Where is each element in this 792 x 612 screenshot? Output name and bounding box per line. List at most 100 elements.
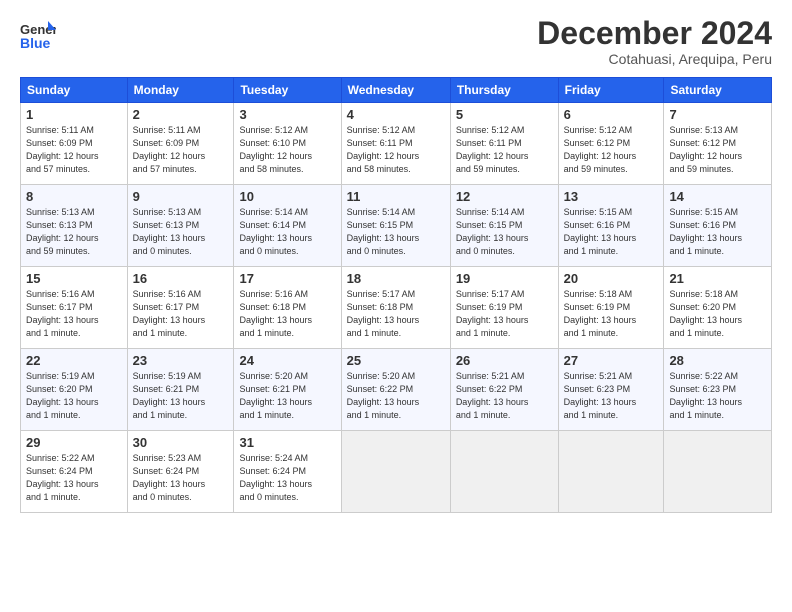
day-info: Sunrise: 5:16 AM Sunset: 6:18 PM Dayligh… (239, 288, 335, 340)
table-cell: 28 Sunrise: 5:22 AM Sunset: 6:23 PM Dayli… (664, 349, 772, 431)
week-row-3: 15 Sunrise: 5:16 AM Sunset: 6:17 PM Dayli… (21, 267, 772, 349)
day-number: 15 (26, 271, 122, 286)
day-info: Sunrise: 5:17 AM Sunset: 6:18 PM Dayligh… (347, 288, 445, 340)
day-info: Sunrise: 5:22 AM Sunset: 6:23 PM Dayligh… (669, 370, 766, 422)
header: General Blue December 2024 Cotahuasi, Ar… (20, 16, 772, 67)
day-info: Sunrise: 5:15 AM Sunset: 6:16 PM Dayligh… (669, 206, 766, 258)
table-cell: 14 Sunrise: 5:15 AM Sunset: 6:16 PM Dayli… (664, 185, 772, 267)
table-cell: 3Sunrise: 5:12 AM Sunset: 6:10 PM Daylig… (234, 103, 341, 185)
day-number: 18 (347, 271, 445, 286)
day-info: Sunrise: 5:20 AM Sunset: 6:22 PM Dayligh… (347, 370, 445, 422)
day-info: Sunrise: 5:12 AM Sunset: 6:11 PM Dayligh… (347, 124, 445, 176)
logo: General Blue (20, 16, 60, 52)
day-number: 24 (239, 353, 335, 368)
table-cell: 26 Sunrise: 5:21 AM Sunset: 6:22 PM Dayli… (450, 349, 558, 431)
day-info: Sunrise: 5:21 AM Sunset: 6:23 PM Dayligh… (564, 370, 659, 422)
table-cell: 29Sunrise: 5:22 AM Sunset: 6:24 PM Dayli… (21, 431, 128, 513)
table-cell: 6Sunrise: 5:12 AM Sunset: 6:12 PM Daylig… (558, 103, 664, 185)
day-info: Sunrise: 5:23 AM Sunset: 6:24 PM Dayligh… (133, 452, 229, 504)
table-cell (450, 431, 558, 513)
day-number: 25 (347, 353, 445, 368)
week-row-1: 1 Sunrise: 5:11 AM Sunset: 6:09 PM Daylig… (21, 103, 772, 185)
day-number: 29 (26, 435, 122, 450)
table-cell: 17 Sunrise: 5:16 AM Sunset: 6:18 PM Dayli… (234, 267, 341, 349)
table-cell: 30 Sunrise: 5:23 AM Sunset: 6:24 PM Dayli… (127, 431, 234, 513)
day-info: Sunrise: 5:16 AM Sunset: 6:17 PM Dayligh… (26, 288, 122, 340)
day-info: Sunrise: 5:11 AM Sunset: 6:09 PM Dayligh… (26, 124, 122, 176)
table-cell: 21 Sunrise: 5:18 AM Sunset: 6:20 PM Dayli… (664, 267, 772, 349)
day-number: 5 (456, 107, 553, 122)
day-info: Sunrise: 5:20 AM Sunset: 6:21 PM Dayligh… (239, 370, 335, 422)
table-cell: 16 Sunrise: 5:16 AM Sunset: 6:17 PM Dayli… (127, 267, 234, 349)
day-number: 28 (669, 353, 766, 368)
day-number: 23 (133, 353, 229, 368)
col-thursday: Thursday (450, 78, 558, 103)
week-row-5: 29Sunrise: 5:22 AM Sunset: 6:24 PM Dayli… (21, 431, 772, 513)
header-row: Sunday Monday Tuesday Wednesday Thursday… (21, 78, 772, 103)
day-number: 13 (564, 189, 659, 204)
table-cell: 24 Sunrise: 5:20 AM Sunset: 6:21 PM Dayli… (234, 349, 341, 431)
table-cell: 8 Sunrise: 5:13 AM Sunset: 6:13 PM Daylig… (21, 185, 128, 267)
table-cell: 19Sunrise: 5:17 AM Sunset: 6:19 PM Dayli… (450, 267, 558, 349)
day-number: 16 (133, 271, 229, 286)
day-number: 22 (26, 353, 122, 368)
day-number: 17 (239, 271, 335, 286)
col-sunday: Sunday (21, 78, 128, 103)
col-tuesday: Tuesday (234, 78, 341, 103)
day-number: 21 (669, 271, 766, 286)
day-number: 19 (456, 271, 553, 286)
day-number: 14 (669, 189, 766, 204)
day-number: 3 (239, 107, 335, 122)
month-title: December 2024 (537, 16, 772, 51)
day-number: 26 (456, 353, 553, 368)
table-cell: 12Sunrise: 5:14 AM Sunset: 6:15 PM Dayli… (450, 185, 558, 267)
table-cell: 5Sunrise: 5:12 AM Sunset: 6:11 PM Daylig… (450, 103, 558, 185)
logo-icon: General Blue (20, 16, 56, 52)
day-number: 2 (133, 107, 229, 122)
svg-text:Blue: Blue (20, 35, 51, 51)
table-cell: 20 Sunrise: 5:18 AM Sunset: 6:19 PM Dayli… (558, 267, 664, 349)
day-info: Sunrise: 5:18 AM Sunset: 6:20 PM Dayligh… (669, 288, 766, 340)
day-info: Sunrise: 5:18 AM Sunset: 6:19 PM Dayligh… (564, 288, 659, 340)
day-info: Sunrise: 5:15 AM Sunset: 6:16 PM Dayligh… (564, 206, 659, 258)
day-info: Sunrise: 5:14 AM Sunset: 6:15 PM Dayligh… (347, 206, 445, 258)
day-number: 8 (26, 189, 122, 204)
week-row-2: 8 Sunrise: 5:13 AM Sunset: 6:13 PM Daylig… (21, 185, 772, 267)
table-cell: 22Sunrise: 5:19 AM Sunset: 6:20 PM Dayli… (21, 349, 128, 431)
day-info: Sunrise: 5:13 AM Sunset: 6:13 PM Dayligh… (133, 206, 229, 258)
day-info: Sunrise: 5:13 AM Sunset: 6:12 PM Dayligh… (669, 124, 766, 176)
day-info: Sunrise: 5:11 AM Sunset: 6:09 PM Dayligh… (133, 124, 229, 176)
week-row-4: 22Sunrise: 5:19 AM Sunset: 6:20 PM Dayli… (21, 349, 772, 431)
table-cell: 25 Sunrise: 5:20 AM Sunset: 6:22 PM Dayli… (341, 349, 450, 431)
table-cell: 23Sunrise: 5:19 AM Sunset: 6:21 PM Dayli… (127, 349, 234, 431)
day-number: 31 (239, 435, 335, 450)
table-cell: 11 Sunrise: 5:14 AM Sunset: 6:15 PM Dayli… (341, 185, 450, 267)
table-cell (558, 431, 664, 513)
table-cell: 10 Sunrise: 5:14 AM Sunset: 6:14 PM Dayli… (234, 185, 341, 267)
day-info: Sunrise: 5:21 AM Sunset: 6:22 PM Dayligh… (456, 370, 553, 422)
day-info: Sunrise: 5:16 AM Sunset: 6:17 PM Dayligh… (133, 288, 229, 340)
day-number: 12 (456, 189, 553, 204)
col-saturday: Saturday (664, 78, 772, 103)
day-info: Sunrise: 5:14 AM Sunset: 6:14 PM Dayligh… (239, 206, 335, 258)
day-number: 11 (347, 189, 445, 204)
day-info: Sunrise: 5:13 AM Sunset: 6:13 PM Dayligh… (26, 206, 122, 258)
table-cell: 4 Sunrise: 5:12 AM Sunset: 6:11 PM Daylig… (341, 103, 450, 185)
day-number: 30 (133, 435, 229, 450)
location: Cotahuasi, Arequipa, Peru (537, 51, 772, 67)
day-number: 20 (564, 271, 659, 286)
table-cell: 2 Sunrise: 5:11 AM Sunset: 6:09 PM Daylig… (127, 103, 234, 185)
col-wednesday: Wednesday (341, 78, 450, 103)
day-info: Sunrise: 5:24 AM Sunset: 6:24 PM Dayligh… (239, 452, 335, 504)
day-number: 4 (347, 107, 445, 122)
col-friday: Friday (558, 78, 664, 103)
table-cell: 18 Sunrise: 5:17 AM Sunset: 6:18 PM Dayli… (341, 267, 450, 349)
day-number: 10 (239, 189, 335, 204)
day-number: 1 (26, 107, 122, 122)
day-number: 9 (133, 189, 229, 204)
day-number: 7 (669, 107, 766, 122)
table-cell: 9 Sunrise: 5:13 AM Sunset: 6:13 PM Daylig… (127, 185, 234, 267)
table-cell: 15 Sunrise: 5:16 AM Sunset: 6:17 PM Dayli… (21, 267, 128, 349)
table-cell: 31 Sunrise: 5:24 AM Sunset: 6:24 PM Dayli… (234, 431, 341, 513)
calendar-table: Sunday Monday Tuesday Wednesday Thursday… (20, 77, 772, 513)
